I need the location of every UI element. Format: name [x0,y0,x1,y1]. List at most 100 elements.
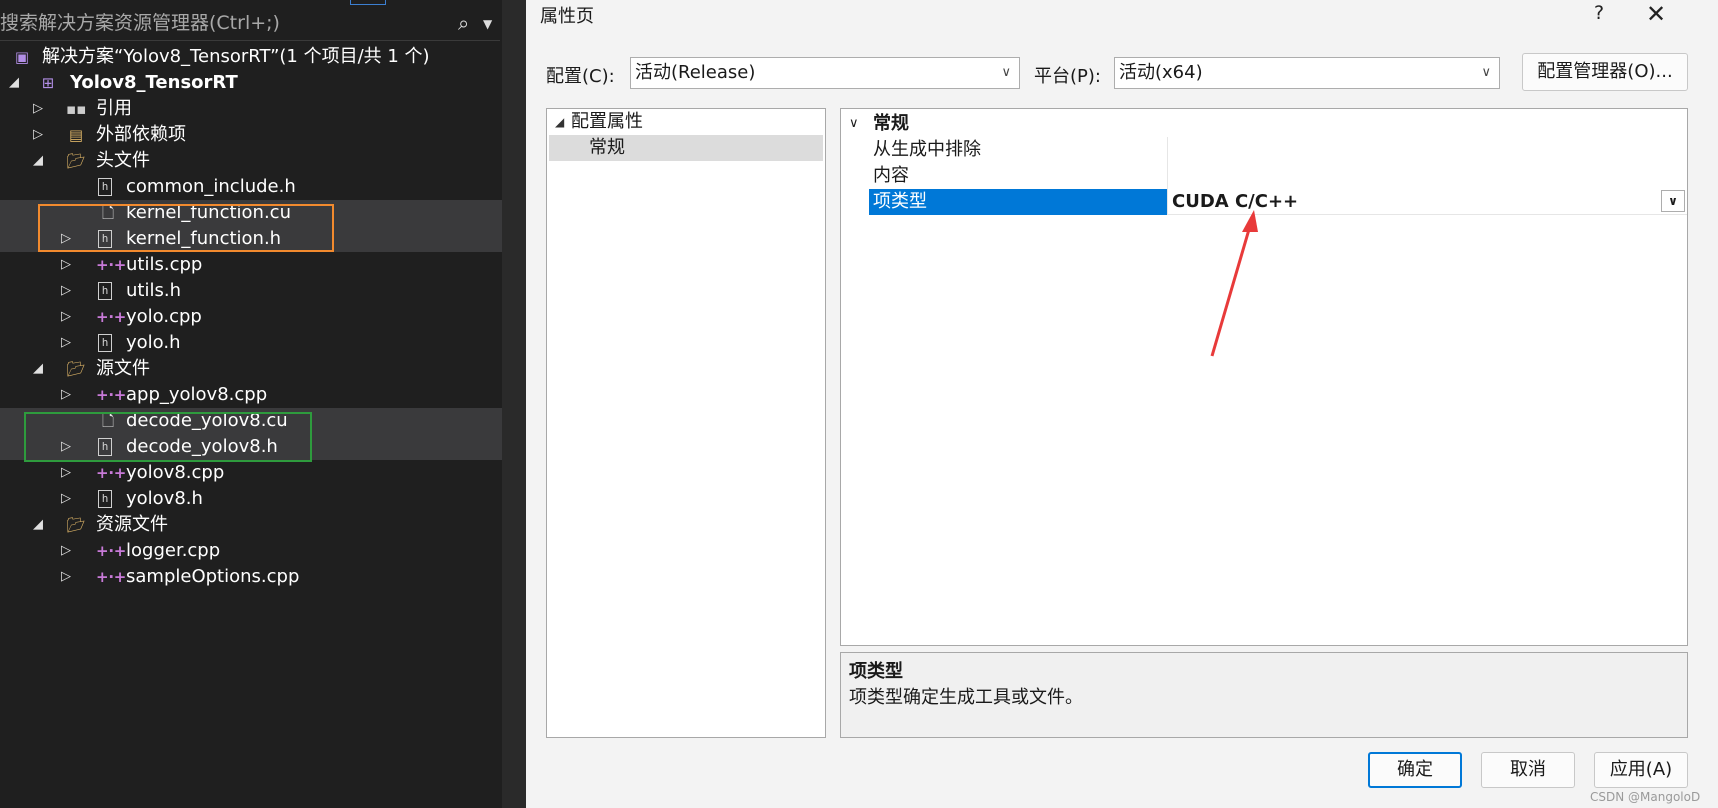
property-value[interactable] [1167,163,1687,189]
configuration-value: 活动(Release) [635,62,756,83]
tree-item-config-properties[interactable]: ◢ 配置属性 [547,109,825,135]
tree-item-label: logger.cpp [126,540,221,561]
external-deps-icon: ▤ [68,126,84,144]
project-icon: ⊞ [41,74,55,92]
header-file-icon: h [98,178,112,196]
tree-item-references[interactable]: ▷ ▪▪ 引用 [0,96,502,122]
close-button[interactable]: ✕ [1646,0,1666,28]
folder-icon: 📂︎ [66,152,86,170]
cpp-file-icon: +‧+ [96,256,127,274]
tree-item-file[interactable]: ▷ +‧+ app_yolov8.cpp [0,382,502,408]
tree-item-label: utils.cpp [126,254,203,275]
expanded-arrow-icon[interactable]: ◢ [30,148,46,174]
tree-item-label: 资源文件 [96,514,168,535]
cpp-file-icon: +‧+ [96,308,127,326]
expanded-arrow-icon[interactable]: ◢ [555,109,564,135]
chevron-down-icon[interactable]: ∨ [1481,58,1491,88]
tree-item-file[interactable]: ▷ h yolo.h [0,330,502,356]
collapsed-arrow-icon[interactable]: ▷ [30,122,46,148]
tree-item-external-deps[interactable]: ▷ ▤ 外部依赖项 [0,122,502,148]
collapsed-arrow-icon[interactable]: ▷ [30,96,46,122]
configuration-label: 配置(C): [546,66,615,87]
tree-item-header-files-folder[interactable]: ◢ 📂︎ 头文件 [0,148,502,174]
search-options-dropdown-icon[interactable]: ▼ [483,7,492,41]
panel-splitter[interactable] [502,0,526,808]
tree-item-label: yolov8.h [126,488,203,509]
description-title: 项类型 [849,661,903,682]
configuration-combobox[interactable]: 活动(Release) ∨ [630,57,1020,89]
property-value[interactable] [1167,137,1687,163]
grid-row-selected[interactable]: 项类型 CUDA C/C++ ∨ [841,189,1687,215]
collapsed-arrow-icon[interactable]: ▷ [58,564,74,590]
solution-explorer-panel: 搜索解决方案资源管理器(Ctrl+;) ⌕ ▼ ▣ 解决方案“Yolov8_Te… [0,0,502,808]
tree-item-label: 头文件 [96,150,150,171]
chevron-down-icon[interactable]: ∨ [1001,58,1011,88]
grid-row[interactable]: 内容 [841,163,1687,189]
search-icon[interactable]: ⌕ [458,6,469,40]
collapsed-arrow-icon[interactable]: ▷ [58,460,74,486]
header-file-icon: h [98,334,112,352]
tree-item-file[interactable]: ▷ h utils.h [0,278,502,304]
expanded-arrow-icon[interactable]: ◢ [30,512,46,538]
collapsed-arrow-icon[interactable]: ▷ [58,278,74,304]
tree-item-file[interactable]: ▷ +‧+ yolo.cpp [0,304,502,330]
tree-item-general[interactable]: 常规 [549,135,823,161]
collapsed-arrow-icon[interactable]: ▷ [58,486,74,512]
cpp-file-icon: +‧+ [96,568,127,586]
property-tree: ◢ 配置属性 常规 [546,108,826,738]
property-name: 内容 [873,165,909,186]
grid-category-general[interactable]: ∨ 常规 [841,111,1687,137]
grid-category-label: 常规 [873,113,909,134]
grid-row[interactable]: 从生成中排除 [841,137,1687,163]
property-name: 项类型 [869,189,1167,215]
chevron-down-icon[interactable]: ∨ [1661,190,1685,212]
tree-item-label: 常规 [589,137,625,158]
tree-item-resource-files-folder[interactable]: ◢ 📂︎ 资源文件 [0,512,502,538]
platform-combobox[interactable]: 活动(x64) ∨ [1114,57,1500,89]
dialog-title: 属性页 [540,6,594,27]
property-grid: ∨ 常规 从生成中排除 内容 项类型 CUDA C/C++ ∨ [840,108,1688,646]
collapsed-arrow-icon[interactable]: ▷ [58,304,74,330]
cpp-file-icon: +‧+ [96,386,127,404]
tree-item-file[interactable]: ▷ +‧+ logger.cpp [0,538,502,564]
folder-icon: 📂︎ [66,360,86,378]
tree-item-label: yolo.h [126,332,181,353]
tree-item-label: Yolov8_TensorRT [70,72,238,93]
cpp-file-icon: +‧+ [96,542,127,560]
tree-item-label: yolov8.cpp [126,462,225,483]
tree-item-file[interactable]: ▷ h yolov8.h [0,486,502,512]
collapsed-arrow-icon[interactable]: ▷ [58,538,74,564]
header-file-icon: h [98,490,112,508]
solution-icon: ▣ [14,48,30,66]
property-value-item-type[interactable]: CUDA C/C++ ∨ [1167,189,1687,215]
expanded-arrow-icon[interactable]: ◢ [6,70,22,96]
cancel-button[interactable]: 取消 [1481,752,1575,788]
tree-item-file[interactable]: ▷ +‧+ sampleOptions.cpp [0,564,502,590]
property-pages-dialog: 属性页 ? ✕ 配置(C): 活动(Release) ∨ 平台(P): 活动(x… [526,0,1718,808]
expanded-arrow-icon[interactable]: ◢ [30,356,46,382]
tree-item-label: yolo.cpp [126,306,202,327]
search-input[interactable]: 搜索解决方案资源管理器(Ctrl+;) [0,6,280,40]
help-button[interactable]: ? [1594,2,1604,24]
tree-item-label: 源文件 [96,358,150,379]
header-file-icon: h [98,282,112,300]
solution-search-box[interactable]: 搜索解决方案资源管理器(Ctrl+;) ⌕ ▼ [0,6,500,41]
annotation-box-orange [38,204,334,252]
configuration-manager-button[interactable]: 配置管理器(O)... [1522,53,1688,91]
collapsed-arrow-icon[interactable]: ▷ [58,252,74,278]
tree-item-label: 解决方案“Yolov8_TensorRT”(1 个项目/共 1 个) [42,46,430,67]
collapsed-arrow-icon[interactable]: ▷ [58,330,74,356]
collapsed-arrow-icon[interactable]: ▷ [58,382,74,408]
tree-item-file[interactable]: h common_include.h [0,174,502,200]
tree-item-label: 引用 [96,98,132,119]
tree-item-file[interactable]: ▷ +‧+ yolov8.cpp [0,460,502,486]
tree-item-project[interactable]: ◢ ⊞ Yolov8_TensorRT [0,70,502,96]
description-text: 项类型确定生成工具或文件。 [849,687,1083,708]
annotation-box-green [24,412,312,462]
tree-item-source-files-folder[interactable]: ◢ 📂︎ 源文件 [0,356,502,382]
ok-button[interactable]: 确定 [1368,752,1462,788]
tree-item-solution[interactable]: ▣ 解决方案“Yolov8_TensorRT”(1 个项目/共 1 个) [0,44,502,70]
apply-button[interactable]: 应用(A) [1594,752,1688,788]
tree-item-file[interactable]: ▷ +‧+ utils.cpp [0,252,502,278]
tree-item-label: sampleOptions.cpp [126,566,300,587]
